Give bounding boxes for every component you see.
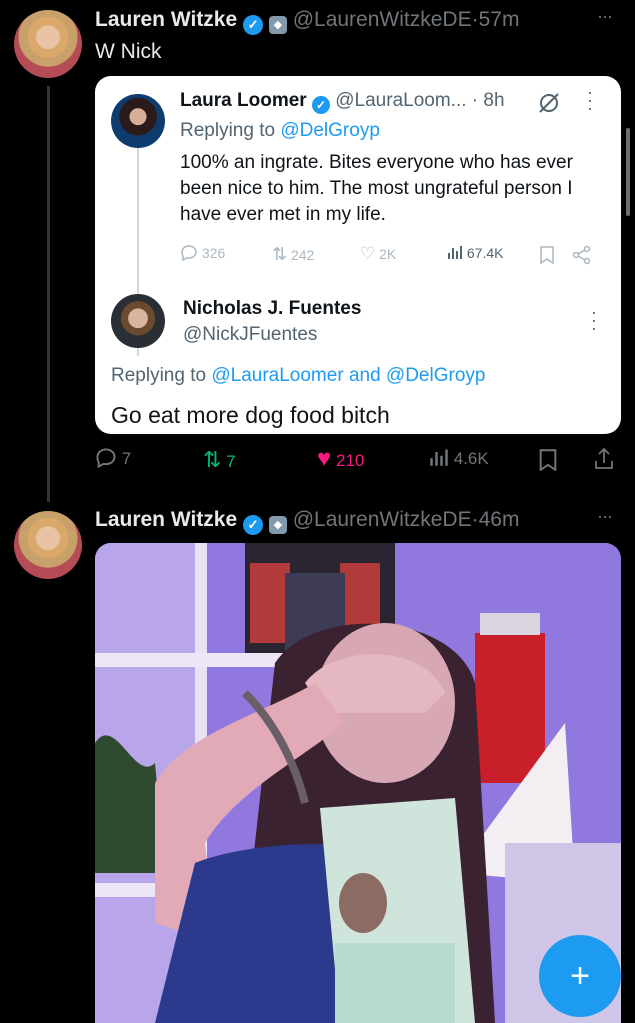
- verified-badge-icon: ✓: [243, 515, 264, 535]
- timestamp[interactable]: 46m: [479, 508, 520, 531]
- like-button[interactable]: ♥ 210: [317, 445, 364, 473]
- replying-prefix: Replying to: [111, 365, 207, 386]
- reply-button[interactable]: 7: [95, 447, 131, 469]
- government-badge-icon: ◆: [268, 16, 287, 34]
- bookmark-icon: [540, 246, 554, 264]
- like-count: 2K: [379, 246, 397, 262]
- quote-header: Laura Loomer ✓ @LauraLoom... · 8h: [180, 90, 505, 114]
- mention-link: @LauraLoomer: [211, 365, 344, 386]
- reply-icon: [96, 448, 116, 469]
- repost-count: 7: [226, 452, 236, 471]
- repost-button[interactable]: ⇅ 7: [203, 447, 236, 473]
- replying-to: Replying to @LauraLoomer and @DelGroyp: [111, 365, 485, 387]
- tweet-header: Lauren Witzke ✓ ◆ @LaurenWitzkeDE·57m: [95, 8, 519, 35]
- mention-link: @DelGroyp: [280, 120, 380, 141]
- reply-stat: 326: [180, 244, 225, 262]
- heart-icon: ♡: [360, 244, 376, 263]
- separator-dot: ·: [471, 90, 479, 111]
- quote-actions: 326 ⇅ 242 ♡ 2K 67.4K: [180, 244, 600, 268]
- more-options-icon: · · ·: [591, 302, 597, 338]
- avatar[interactable]: [14, 10, 82, 78]
- like-stat: ♡ 2K: [360, 244, 396, 264]
- tweet-text: W Nick: [95, 40, 162, 63]
- author-name[interactable]: Lauren Witzke: [95, 8, 237, 31]
- action-bar: 7 ⇅ 7 ♥ 210 4.6K: [95, 445, 621, 475]
- views-button[interactable]: 4.6K: [429, 447, 489, 469]
- heart-filled-icon: ♥: [317, 445, 332, 472]
- separator-dot: ·: [471, 508, 479, 531]
- repost-icon: ⇅: [203, 447, 222, 472]
- tweet-header: Lauren Witzke ✓ ◆ @LaurenWitzkeDE·46m: [95, 508, 519, 535]
- author-name[interactable]: Lauren Witzke: [95, 508, 237, 531]
- like-count: 210: [335, 451, 365, 470]
- verified-badge-icon: ✓: [311, 96, 330, 114]
- author-handle: @LauraLoom...: [335, 90, 467, 111]
- views-stat: 67.4K: [447, 244, 503, 261]
- repost-count: 242: [290, 247, 315, 263]
- view-count: 67.4K: [466, 245, 504, 261]
- tweet-media-image[interactable]: [95, 543, 621, 1023]
- timestamp: 8h: [483, 90, 505, 111]
- verified-badge-icon: ✓: [243, 15, 264, 35]
- author-handle[interactable]: @LaurenWitzkeDE: [293, 508, 472, 531]
- author-name: Laura Loomer: [180, 90, 307, 111]
- quote-text: 100% an ingrate. Bites everyone who has …: [180, 152, 573, 225]
- repost-stat: ⇅ 242: [272, 244, 314, 265]
- mention-link: @DelGroyp: [385, 365, 486, 386]
- mention-and: and: [348, 365, 381, 386]
- view-count: 4.6K: [453, 449, 489, 468]
- author-handle[interactable]: @LaurenWitzkeDE: [293, 8, 472, 31]
- more-options-icon[interactable]: ···: [597, 506, 613, 527]
- thread-line: [47, 86, 50, 502]
- more-options-icon: · · ·: [587, 82, 593, 118]
- reply-count: 326: [201, 245, 226, 261]
- avatar: [111, 294, 165, 348]
- avatar: [111, 94, 165, 148]
- author-handle: @NickJFuentes: [183, 324, 318, 345]
- bookmark-icon[interactable]: [539, 449, 557, 471]
- media-photo: [95, 543, 621, 1023]
- repost-icon: ⇅: [272, 244, 288, 264]
- reply-count: 7: [121, 449, 132, 468]
- share-icon[interactable]: [593, 447, 615, 471]
- reply-icon: [181, 245, 197, 262]
- share-icon: [572, 245, 591, 265]
- scrollbar-thumb[interactable]: [626, 128, 630, 216]
- replying-to: Replying to @DelGroyp: [180, 120, 380, 142]
- views-icon: [448, 246, 462, 259]
- embedded-screenshot-card[interactable]: Laura Loomer ✓ @LauraLoom... · 8h · · · Re…: [95, 76, 621, 434]
- separator-dot: ·: [471, 8, 479, 31]
- author-name: Nicholas J. Fuentes: [183, 298, 362, 319]
- timestamp[interactable]: 57m: [479, 8, 520, 31]
- grok-icon: [539, 93, 559, 113]
- compose-button[interactable]: +: [539, 935, 621, 1017]
- reply-text: Go eat more dog food bitch: [111, 402, 390, 428]
- views-icon: [430, 449, 448, 466]
- replying-prefix: Replying to: [180, 120, 276, 141]
- government-badge-icon: ◆: [268, 516, 287, 534]
- avatar[interactable]: [14, 511, 82, 579]
- more-options-icon[interactable]: ···: [597, 6, 613, 27]
